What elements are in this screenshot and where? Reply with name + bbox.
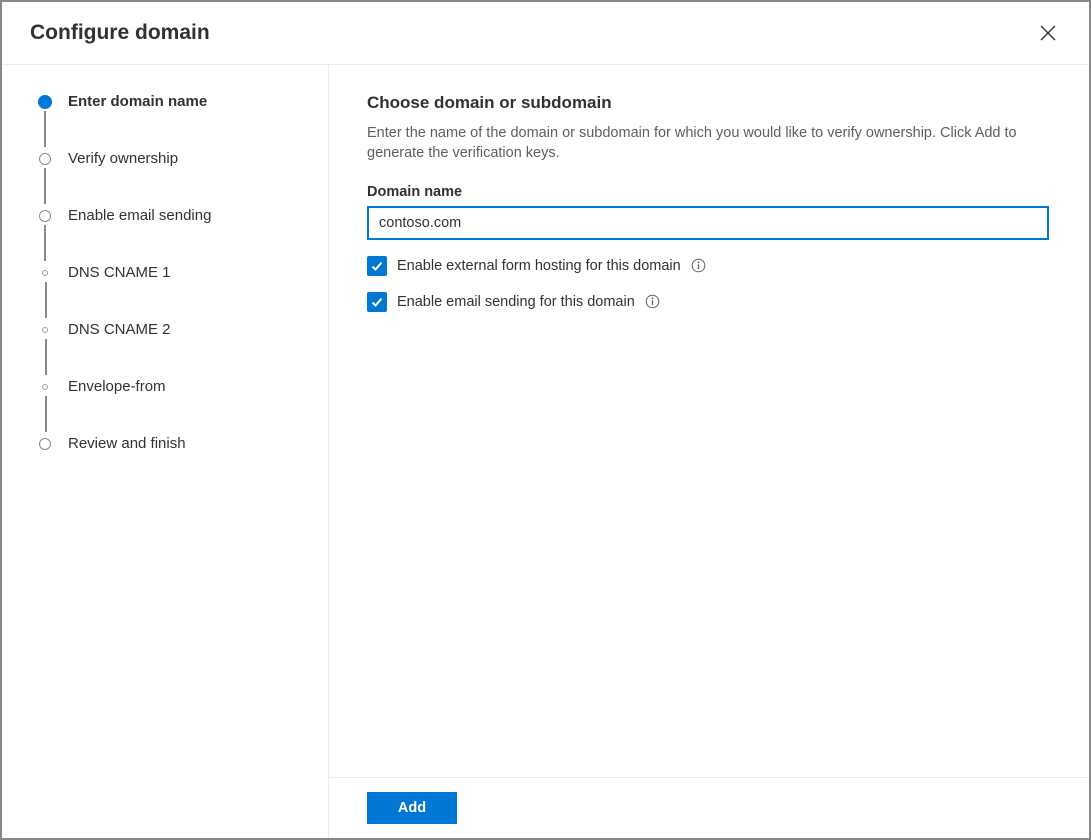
step-connector — [45, 339, 47, 375]
step-connector — [45, 396, 47, 432]
domain-name-label: Domain name — [367, 184, 1051, 200]
step-label: DNS CNAME 2 — [68, 321, 171, 338]
step-dns-cname-1[interactable]: DNS CNAME 1 — [38, 264, 308, 281]
step-dot-sub-icon — [42, 384, 48, 390]
step-label: Enter domain name — [68, 93, 207, 110]
section-description: Enter the name of the domain or subdomai… — [367, 123, 1047, 164]
dialog-header: Configure domain — [2, 2, 1089, 65]
step-dot-active-icon — [38, 95, 52, 109]
dialog-body: Enter domain name Verify ownership Enabl… — [2, 65, 1089, 838]
step-sidebar: Enter domain name Verify ownership Enabl… — [2, 65, 329, 838]
step-connector — [45, 282, 47, 318]
main-panel: Choose domain or subdomain Enter the nam… — [329, 65, 1089, 838]
dialog-footer: Add — [329, 777, 1089, 838]
info-icon[interactable] — [691, 258, 706, 273]
step-connector — [44, 111, 46, 147]
checkbox-row-form-hosting: Enable external form hosting for this do… — [367, 256, 1051, 276]
close-button[interactable] — [1035, 20, 1061, 46]
step-dot-hollow-icon — [39, 438, 51, 450]
step-label: Verify ownership — [68, 150, 178, 167]
step-verify-ownership[interactable]: Verify ownership — [38, 150, 308, 167]
step-dot-sub-icon — [42, 270, 48, 276]
step-label: Review and finish — [68, 435, 186, 452]
step-dot-hollow-icon — [39, 210, 51, 222]
step-envelope-from[interactable]: Envelope-from — [38, 378, 308, 395]
checkmark-icon — [370, 295, 384, 309]
step-dot-sub-icon — [42, 327, 48, 333]
dialog-title: Configure domain — [30, 21, 210, 45]
checkmark-icon — [370, 259, 384, 273]
checkbox-enable-email-sending[interactable] — [367, 292, 387, 312]
step-connector — [44, 225, 46, 261]
info-icon[interactable] — [645, 294, 660, 309]
step-label: Enable email sending — [68, 207, 211, 224]
step-label: Envelope-from — [68, 378, 166, 395]
step-dot-hollow-icon — [39, 153, 51, 165]
checkbox-row-email-sending: Enable email sending for this domain — [367, 292, 1051, 312]
step-enable-email-sending[interactable]: Enable email sending — [38, 207, 308, 224]
checkbox-enable-form-hosting[interactable] — [367, 256, 387, 276]
step-dns-cname-2[interactable]: DNS CNAME 2 — [38, 321, 308, 338]
step-review-and-finish[interactable]: Review and finish — [38, 435, 308, 452]
domain-name-input[interactable] — [367, 206, 1049, 240]
checkbox-label-form-hosting: Enable external form hosting for this do… — [397, 258, 681, 274]
section-heading: Choose domain or subdomain — [367, 93, 1051, 113]
close-icon — [1039, 24, 1057, 42]
step-label: DNS CNAME 1 — [68, 264, 171, 281]
checkbox-label-email-sending: Enable email sending for this domain — [397, 294, 635, 310]
step-connector — [44, 168, 46, 204]
step-enter-domain-name[interactable]: Enter domain name — [38, 93, 308, 110]
add-button[interactable]: Add — [367, 792, 457, 824]
